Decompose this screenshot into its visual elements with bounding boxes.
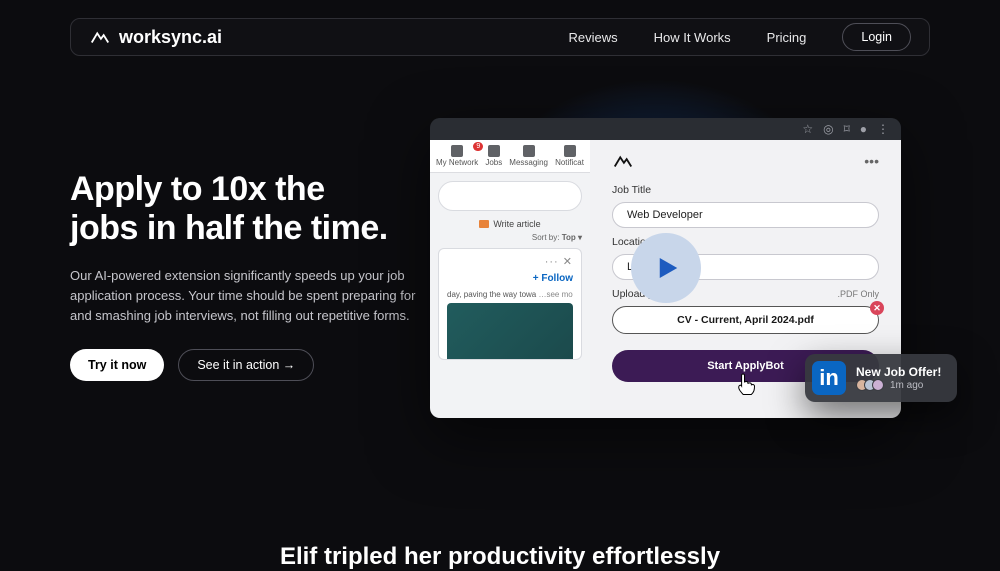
- notification-title: New Job Offer!: [856, 365, 941, 379]
- chrome-ext-icon: ◎: [823, 122, 833, 136]
- feed-post-box: [438, 181, 582, 211]
- feed-sort: Sort by: Top ▾: [430, 233, 590, 242]
- feed-nav-network: 9My Network: [436, 145, 478, 167]
- job-title-label: Job Title: [612, 184, 879, 196]
- notification-avatars: [856, 379, 884, 391]
- logo-mark-icon: [89, 26, 111, 48]
- notification-time: 1m ago: [890, 380, 923, 391]
- feed-post: ··· ✕ + Follow day, paving the way towa …: [438, 248, 582, 360]
- remove-cv-icon[interactable]: ✕: [870, 301, 884, 315]
- chrome-star-icon: ☆: [802, 122, 813, 136]
- brand-name: worksync.ai: [119, 27, 222, 48]
- chrome-puzzle-icon: ⌑: [844, 122, 850, 136]
- chrome-account-icon: ●: [860, 122, 867, 136]
- feed-write-article: Write article: [438, 219, 582, 229]
- pdf-hint: .PDF Only: [837, 289, 879, 299]
- browser-chrome-bar: ☆ ◎ ⌑ ● ⋮: [430, 118, 901, 140]
- extension-kebab-icon[interactable]: •••: [864, 153, 879, 169]
- cta-see-action-button[interactable]: See it in action →: [178, 349, 314, 381]
- hero-subtext: Our AI-powered extension significantly s…: [70, 266, 420, 326]
- chrome-kebab-icon: ⋮: [877, 122, 889, 136]
- feed-post-menu: ··· ✕: [545, 255, 573, 268]
- job-offer-notification[interactable]: in New Job Offer! 1m ago: [805, 354, 957, 402]
- testimonial-teaser: Elif tripled her productivity effortless…: [0, 543, 1000, 571]
- job-title-input[interactable]: Web Developer: [612, 202, 879, 228]
- feed-nav-msg: Messaging: [509, 145, 548, 167]
- cv-upload-chip[interactable]: CV - Current, April 2024.pdf ✕: [612, 306, 879, 334]
- feed-nav-jobs: Jobs: [485, 145, 502, 167]
- linkedin-icon: in: [812, 361, 846, 395]
- brand-logo[interactable]: worksync.ai: [89, 26, 222, 48]
- linkedin-feed-bg: 9My Network Jobs Messaging Notificat Wri…: [430, 140, 590, 418]
- play-video-button[interactable]: [631, 233, 701, 303]
- feed-follow: + Follow: [447, 273, 573, 284]
- cta-try-button[interactable]: Try it now: [70, 349, 164, 381]
- feed-post-image: [447, 303, 573, 359]
- feed-nav: 9My Network Jobs Messaging Notificat: [430, 140, 590, 173]
- extension-logo-icon: [612, 150, 634, 172]
- play-icon: [651, 253, 681, 283]
- write-article-icon: [479, 220, 489, 228]
- feed-nav-notif: Notificat: [555, 145, 584, 167]
- cursor-hand-icon: [736, 372, 756, 400]
